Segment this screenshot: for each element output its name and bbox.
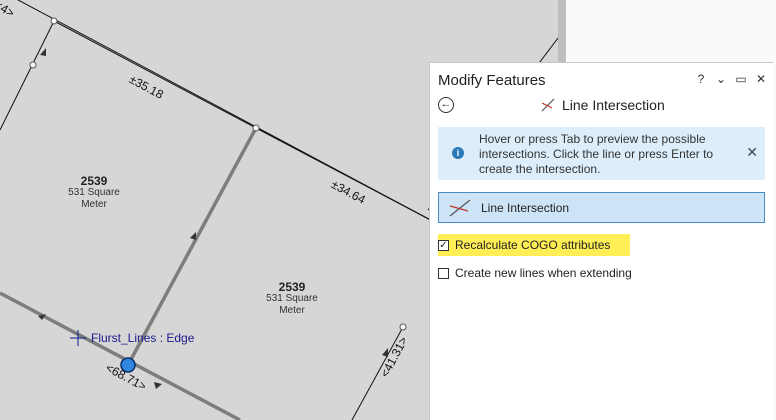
option-label: Create new lines when extending [455, 266, 632, 280]
recalculate-cogo-checkbox[interactable]: ✓ [438, 239, 449, 251]
info-banner: i Hover or press Tab to preview the poss… [438, 127, 765, 180]
line-intersection-button[interactable]: Line Intersection [438, 192, 765, 223]
vertex [50, 17, 58, 25]
pane-controls: ? ⌄ ▭ ✕ [695, 72, 767, 86]
help-icon[interactable]: ? [695, 72, 707, 86]
parcel-label: 2539 531 Square Meter [49, 175, 139, 211]
vertex [252, 124, 260, 132]
info-icon: i [452, 147, 464, 159]
dismiss-icon[interactable]: ✕ [746, 144, 758, 161]
selected-line[interactable] [126, 127, 258, 366]
parcel-line-left [0, 20, 55, 131]
parcel-area: 531 Square Meter [266, 293, 318, 316]
parcel-number: 2539 [278, 280, 306, 294]
vertex [29, 61, 37, 69]
modify-features-pane: Modify Features ? ⌄ ▭ ✕ ← Line Intersect… [429, 62, 773, 420]
parcel-number: 2539 [80, 174, 108, 188]
parcel-label: 2539 531 Square Meter [247, 281, 337, 317]
parcel-line-right [255, 127, 441, 226]
snap-tip: Flurst_Lines : Edge [91, 331, 195, 345]
parcel-area: 531 Square Meter [68, 187, 120, 210]
pane-title: Modify Features [438, 72, 546, 89]
direction-arrow-icon [190, 232, 196, 240]
create-new-lines-option[interactable]: Create new lines when extending [438, 266, 632, 280]
tool-title-text: Line Intersection [562, 97, 665, 113]
recalculate-cogo-option[interactable]: ✓ Recalculate COGO attributes [438, 234, 631, 256]
vertex [399, 323, 407, 331]
chevron-down-icon[interactable]: ⌄ [715, 72, 727, 86]
create-new-lines-checkbox[interactable] [438, 267, 449, 279]
close-icon[interactable]: ✕ [755, 72, 767, 86]
back-arrow-icon[interactable]: ← [438, 97, 454, 113]
edge-line[interactable] [0, 291, 241, 420]
line-intersection-icon [449, 199, 471, 216]
maximize-icon[interactable]: ▭ [735, 72, 747, 86]
parcel-line-mid [53, 20, 257, 129]
option-label: Recalculate COGO attributes [455, 238, 611, 252]
tool-title: Line Intersection [540, 97, 665, 113]
info-message: Hover or press Tab to preview the possib… [479, 132, 714, 176]
direction-arrow-icon [40, 48, 46, 56]
direction-arrow-icon [154, 382, 162, 389]
button-label: Line Intersection [481, 200, 570, 215]
line-intersection-icon [541, 98, 555, 112]
